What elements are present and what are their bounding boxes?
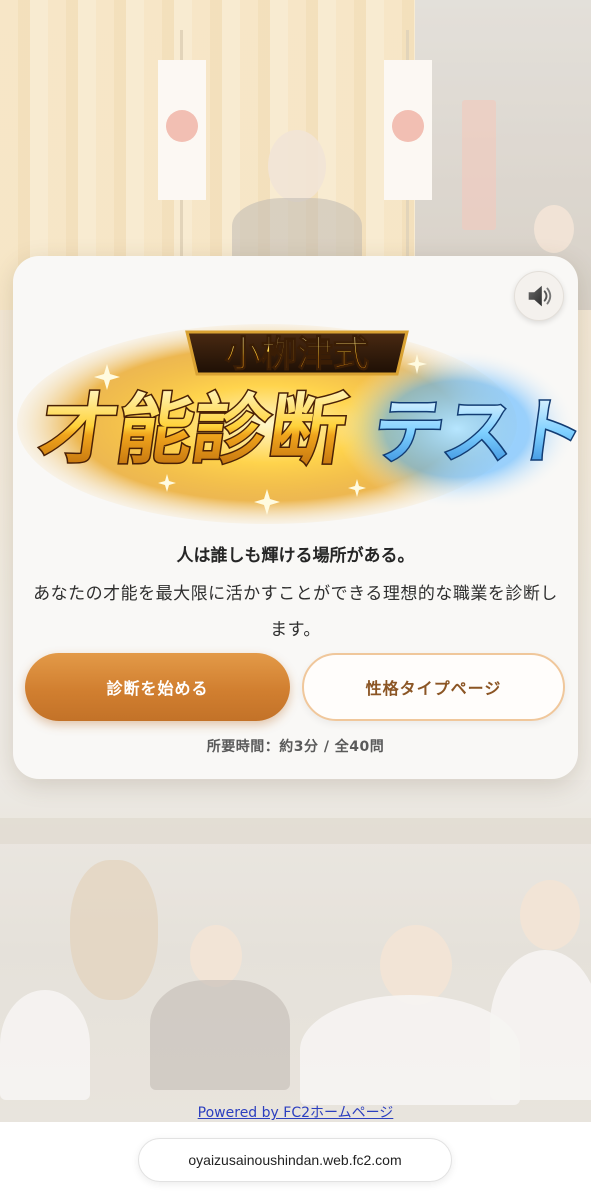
page: 小栁津式 才能診断 テスト 人は誰しも輝ける場所がある。 あなたの才能を最大限に… — [0, 0, 591, 1200]
logo-main-blue-text: テスト — [368, 391, 577, 473]
intro-card: 小栁津式 才能診断 テスト 人は誰しも輝ける場所がある。 あなたの才能を最大限に… — [13, 256, 578, 779]
personality-types-button[interactable]: 性格タイプページ — [302, 653, 565, 721]
title-logo: 小栁津式 才能診断 テスト — [17, 324, 577, 524]
browser-bottom-bar: oyaizusainoushindan.web.fc2.com — [0, 1122, 591, 1200]
logo-top-text: 小栁津式 — [225, 334, 369, 375]
tagline: 人は誰しも輝ける場所がある。 — [176, 546, 415, 566]
start-diagnosis-button[interactable]: 診断を始める — [25, 653, 290, 721]
duration-info: 所要時間：約3分 / 全40問 — [206, 739, 385, 755]
url-text: oyaizusainoushindan.web.fc2.com — [188, 1152, 402, 1168]
powered-by-link[interactable]: Powered by FC2ホームページ — [0, 1102, 591, 1122]
address-bar[interactable]: oyaizusainoushindan.web.fc2.com — [138, 1138, 452, 1182]
logo-main-gold-text: 才能診断 — [35, 386, 351, 475]
description: あなたの才能を最大限に活かすことができる理想的な職業を診断します。 — [33, 584, 558, 640]
